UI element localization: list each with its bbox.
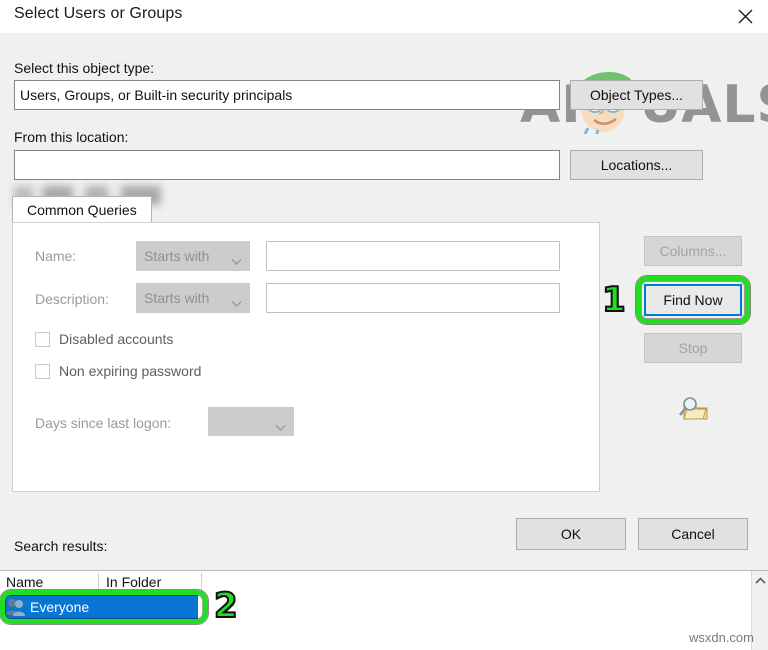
location-field[interactable] — [14, 150, 560, 180]
non-expiring-password-label: Non expiring password — [59, 363, 202, 379]
object-type-field[interactable]: Users, Groups, or Built-in security prin… — [14, 80, 560, 110]
select-users-or-groups-dialog: Select Users or Groups APPUALS — [0, 0, 768, 650]
column-divider[interactable] — [98, 573, 99, 593]
annotation-number-1: 1 — [601, 280, 627, 320]
tab-common-queries[interactable]: Common Queries — [12, 196, 152, 223]
description-operator-value: Starts with — [144, 290, 210, 306]
days-since-last-logon-select[interactable] — [208, 407, 294, 436]
ok-button[interactable]: OK — [516, 518, 626, 550]
description-label: Description: — [35, 291, 109, 307]
locations-button[interactable]: Locations... — [570, 150, 703, 180]
dialog-body: APPUALS Select this object type: Users, … — [0, 33, 768, 649]
name-operator-value: Starts with — [144, 248, 210, 264]
close-icon[interactable] — [722, 0, 768, 33]
chevron-down-icon — [231, 295, 242, 307]
cancel-button[interactable]: Cancel — [638, 518, 748, 550]
non-expiring-password-checkbox[interactable] — [35, 363, 50, 379]
column-header-name[interactable]: Name — [6, 571, 86, 593]
description-value-input[interactable] — [266, 283, 560, 313]
search-results-label: Search results: — [14, 538, 108, 554]
column-header-in-folder[interactable]: In Folder — [106, 571, 201, 593]
site-watermark: wsxdn.com — [688, 630, 754, 645]
stop-button[interactable]: Stop — [644, 333, 742, 363]
chevron-down-icon — [275, 418, 286, 431]
tab-strip: Common Queries — [12, 196, 600, 223]
page-title: Select Users or Groups — [14, 5, 183, 22]
result-row-name: Everyone — [30, 599, 90, 615]
common-queries-panel: Name: Starts with Description: Starts wi… — [12, 222, 600, 492]
days-since-last-logon-label: Days since last logon: — [35, 415, 172, 431]
non-expiring-password-checkbox-row[interactable]: Non expiring password — [35, 363, 201, 379]
object-type-label: Select this object type: — [14, 60, 155, 76]
find-now-button[interactable]: Find Now — [644, 284, 742, 316]
columns-button[interactable]: Columns... — [644, 236, 742, 266]
disabled-accounts-checkbox[interactable] — [35, 331, 50, 347]
table-row[interactable]: Everyone — [3, 595, 198, 619]
chevron-up-icon[interactable] — [752, 571, 768, 589]
search-results-list: Name In Folder Everyone wsxdn.com — [0, 570, 768, 650]
search-folder-icon — [676, 395, 710, 423]
disabled-accounts-checkbox-row[interactable]: Disabled accounts — [35, 331, 173, 347]
name-operator-select[interactable]: Starts with — [136, 241, 250, 271]
name-label: Name: — [35, 248, 77, 264]
users-group-icon — [5, 597, 27, 617]
chevron-down-icon — [231, 253, 242, 265]
location-label: From this location: — [14, 129, 129, 145]
description-operator-select[interactable]: Starts with — [136, 283, 250, 313]
object-types-button[interactable]: Object Types... — [570, 80, 703, 110]
disabled-accounts-label: Disabled accounts — [59, 331, 174, 347]
name-value-input[interactable] — [266, 241, 560, 271]
title-bar: Select Users or Groups — [0, 0, 768, 34]
column-divider[interactable] — [201, 573, 202, 593]
